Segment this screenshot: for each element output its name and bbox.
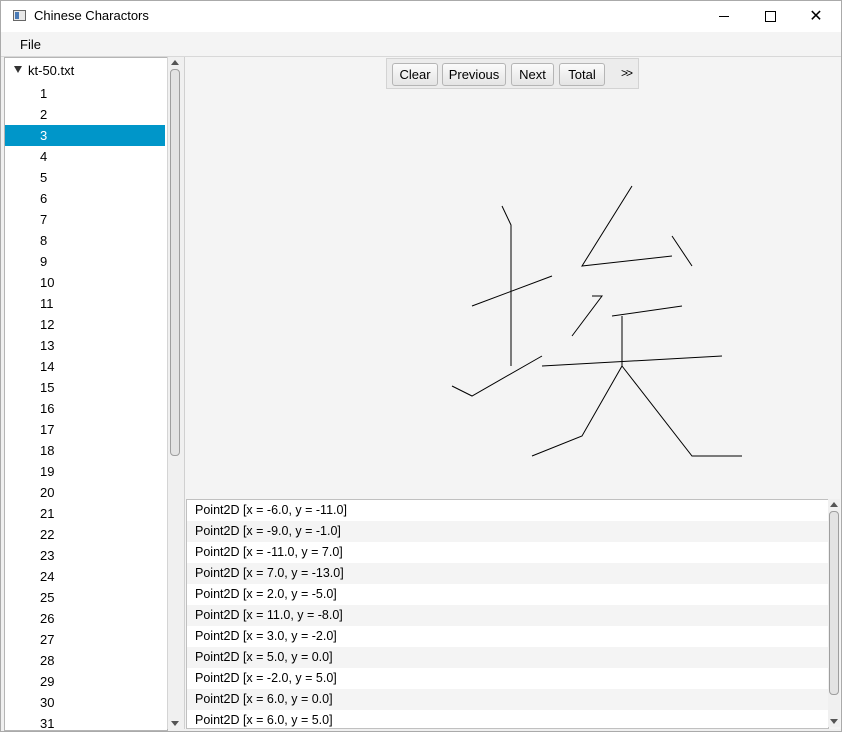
app-window: Chinese Charactors ✕ File kt-50.txt 1234… (0, 0, 842, 732)
tree-item[interactable]: 15 (5, 377, 165, 398)
tree-item[interactable]: 27 (5, 629, 165, 650)
list-item[interactable]: Point2D [x = 2.0, y = -5.0] (187, 584, 828, 605)
stroke-9 (531, 316, 623, 457)
stroke-6 (571, 295, 603, 337)
tree-item[interactable]: 28 (5, 650, 165, 671)
scrollbar-thumb[interactable] (170, 69, 180, 456)
maximize-button[interactable] (747, 1, 793, 32)
tree-item[interactable]: 30 (5, 692, 165, 713)
tree-item[interactable]: 13 (5, 335, 165, 356)
stroke-8 (541, 355, 723, 367)
points-scrollbar[interactable] (828, 499, 840, 727)
tree-item[interactable]: 20 (5, 482, 165, 503)
maximize-icon (764, 11, 776, 22)
tree-item[interactable]: 5 (5, 167, 165, 188)
tree-item[interactable]: 1 (5, 83, 165, 104)
tree-root-label: kt-50.txt (28, 63, 75, 78)
list-item[interactable]: Point2D [x = -11.0, y = 7.0] (187, 542, 828, 563)
tree-item[interactable]: 8 (5, 230, 165, 251)
tree-item[interactable]: 11 (5, 293, 165, 314)
tree-root[interactable]: kt-50.txt (5, 62, 165, 83)
tree-item[interactable]: 2 (5, 104, 165, 125)
scroll-up-icon[interactable] (830, 502, 838, 507)
list-item[interactable]: Point2D [x = 6.0, y = 0.0] (187, 689, 828, 710)
tree-item[interactable]: 16 (5, 398, 165, 419)
next-button[interactable]: Next (511, 63, 554, 86)
list-item[interactable]: Point2D [x = 6.0, y = 5.0] (187, 710, 828, 728)
expand-arrow-icon[interactable] (14, 66, 22, 73)
overflow-chevron-icon[interactable]: >> (621, 66, 633, 80)
menu-file[interactable]: File (20, 37, 41, 52)
list-item[interactable]: Point2D [x = 11.0, y = -8.0] (187, 605, 828, 626)
stroke-10 (621, 365, 742, 457)
tree-item[interactable]: 22 (5, 524, 165, 545)
tree-item[interactable]: 14 (5, 356, 165, 377)
tree-item[interactable]: 3 (5, 125, 165, 146)
file-tree[interactable]: kt-50.txt 1 2 3 4 5 6 7 8 9 10 11 12 13 14 15 16 17 18 19 2… (4, 57, 168, 731)
main-panel: Clear Previous Next Total >> Point2D [x … (184, 57, 841, 729)
tree-items: 1 2 3 4 5 6 7 8 9 10 11 12 13 14 15 16 17 18 19 20 21 22 23 24 2… (5, 83, 165, 730)
stroke-1 (501, 205, 512, 366)
toolbar: Clear Previous Next Total >> (386, 58, 639, 89)
close-icon: ✕ (809, 7, 823, 25)
stroke-4 (581, 185, 673, 267)
scroll-down-icon[interactable] (171, 721, 179, 726)
tree-item[interactable]: 10 (5, 272, 165, 293)
tree-item[interactable]: 25 (5, 587, 165, 608)
title-bar[interactable]: Chinese Charactors ✕ (1, 1, 841, 32)
scrollbar-thumb[interactable] (829, 511, 839, 695)
stroke-5 (671, 235, 693, 267)
list-item[interactable]: Point2D [x = 3.0, y = -2.0] (187, 626, 828, 647)
tree-scrollbar[interactable] (167, 57, 182, 729)
tree-item[interactable]: 26 (5, 608, 165, 629)
tree-item[interactable]: 31 (5, 713, 165, 730)
tree-item[interactable]: 24 (5, 566, 165, 587)
minimize-icon (719, 16, 729, 17)
tree-item[interactable]: 7 (5, 209, 165, 230)
list-item[interactable]: Point2D [x = -6.0, y = -11.0] (187, 500, 828, 521)
menu-bar: File (1, 32, 841, 57)
minimize-button[interactable] (701, 1, 747, 32)
tree-item[interactable]: 17 (5, 419, 165, 440)
stroke-3 (451, 355, 543, 397)
tree-item[interactable]: 19 (5, 461, 165, 482)
list-item[interactable]: Point2D [x = -9.0, y = -1.0] (187, 521, 828, 542)
window-title: Chinese Charactors (34, 8, 149, 23)
tree-item[interactable]: 21 (5, 503, 165, 524)
list-item[interactable]: Point2D [x = -2.0, y = 5.0] (187, 668, 828, 689)
app-window-icon (13, 10, 26, 21)
clear-button[interactable]: Clear (392, 63, 438, 86)
stroke-2 (471, 275, 553, 307)
tree-item[interactable]: 23 (5, 545, 165, 566)
list-item[interactable]: Point2D [x = 7.0, y = -13.0] (187, 563, 828, 584)
scroll-down-icon[interactable] (830, 719, 838, 724)
tree-item[interactable]: 12 (5, 314, 165, 335)
total-button[interactable]: Total (559, 63, 605, 86)
stroke-7 (611, 305, 683, 317)
tree-item[interactable]: 4 (5, 146, 165, 167)
close-button[interactable]: ✕ (793, 1, 839, 32)
tree-item[interactable]: 18 (5, 440, 165, 461)
tree-item[interactable]: 6 (5, 188, 165, 209)
scroll-up-icon[interactable] (171, 60, 179, 65)
points-list[interactable]: Point2D [x = -6.0, y = -11.0] Point2D [x … (186, 499, 829, 729)
tree-item[interactable]: 29 (5, 671, 165, 692)
list-item[interactable]: Point2D [x = 5.0, y = 0.0] (187, 647, 828, 668)
drawing-canvas[interactable] (185, 91, 841, 497)
tree-item[interactable]: 9 (5, 251, 165, 272)
previous-button[interactable]: Previous (442, 63, 506, 86)
